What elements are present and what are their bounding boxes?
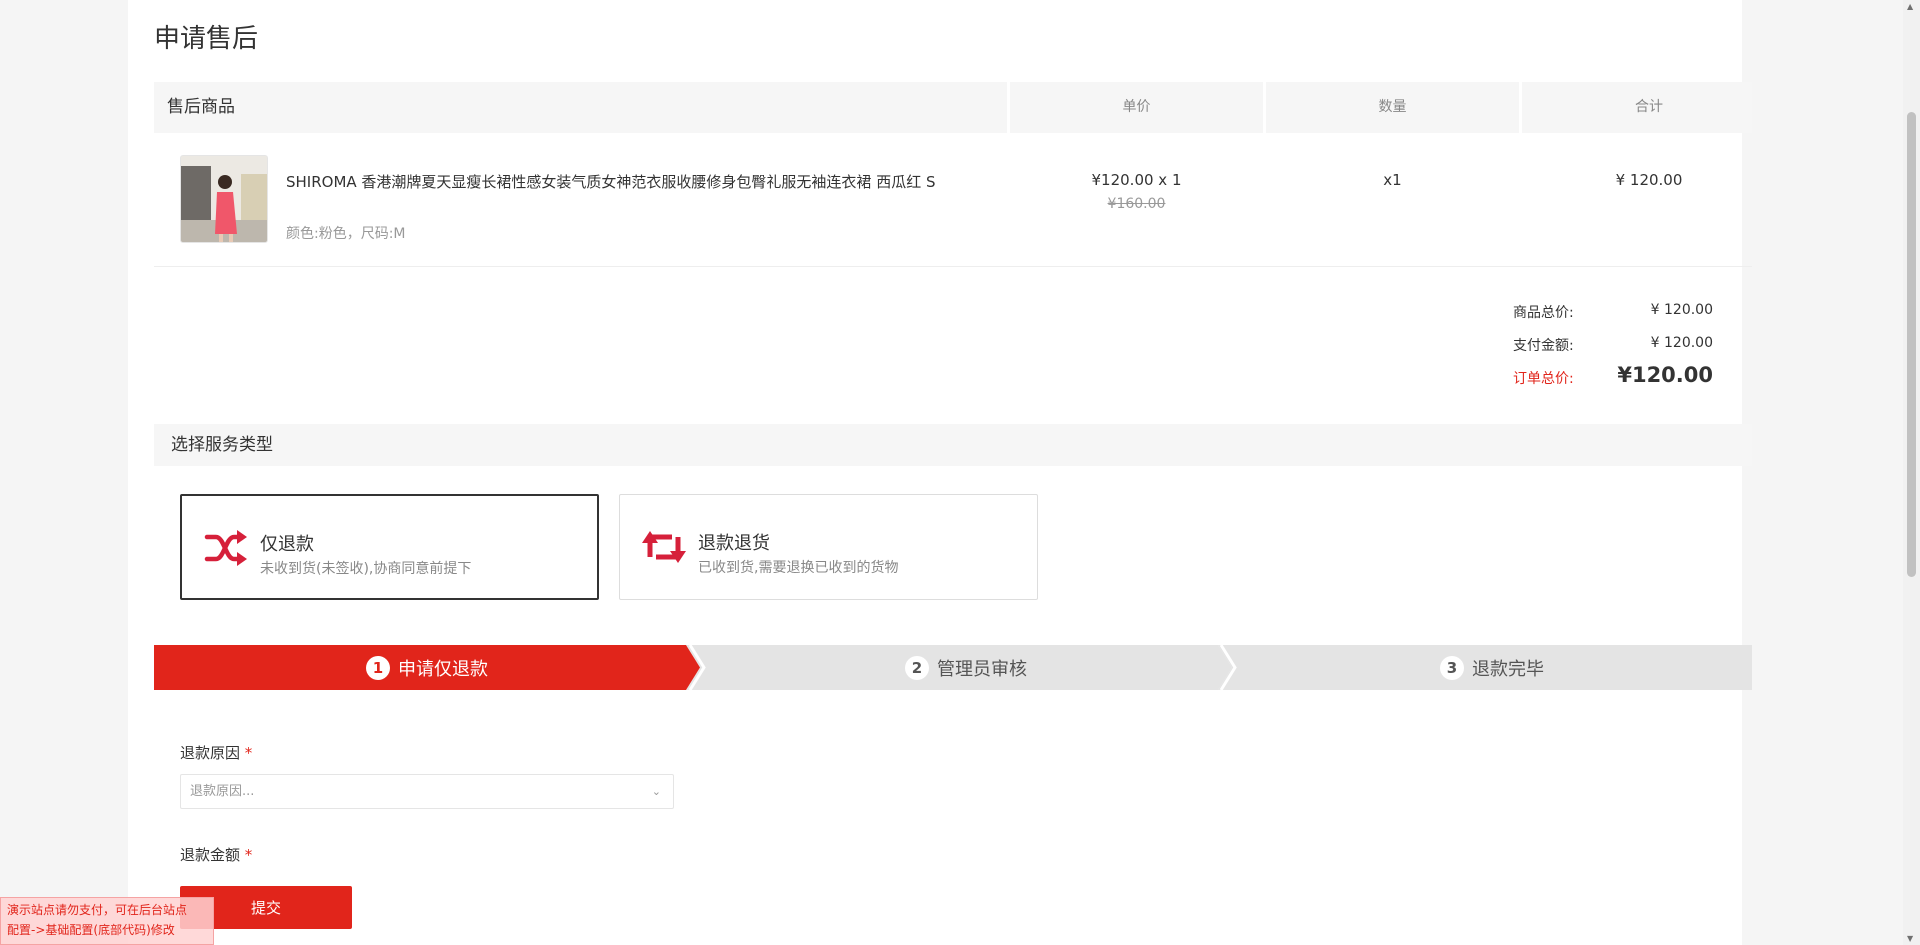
goods-total-value: ¥ 120.00 <box>1650 302 1713 318</box>
refund-amount-label-text: 退款金额 <box>180 846 241 864</box>
product-spec: 颜色:粉色，尺码:M <box>286 226 406 242</box>
product-name-link[interactable]: SHIROMA 香港潮牌夏天显瘦长裙性感女装气质女神范衣服收腰修身包臀礼服无袖连… <box>286 171 936 192</box>
refund-reason-select[interactable]: 退款原因... ⌄ <box>180 774 674 809</box>
paid-amount-value: ¥ 120.00 <box>1650 335 1713 351</box>
product-thumbnail[interactable] <box>180 155 268 243</box>
order-total-label: 订单总价: <box>1513 371 1574 387</box>
refund-reason-label-text: 退款原因 <box>180 744 241 762</box>
header-quantity: 数量 <box>1378 99 1407 115</box>
header-unit-price: 单价 <box>1122 99 1151 115</box>
paid-amount-line: 支付金额: ¥ 120.00 <box>1513 333 1713 366</box>
notice-line-1: 演示站点请勿支付，可在后台站点 <box>7 903 188 917</box>
unit-price: ¥120.00 x 1 <box>1091 171 1182 189</box>
item-total: ¥ 120.00 <box>1615 171 1683 189</box>
chevron-down-icon: ⌄ <box>651 785 661 798</box>
refund-reason-label: 退款原因 * <box>180 742 252 763</box>
page-title: 申请售后 <box>154 24 259 54</box>
header-total: 合计 <box>1635 99 1663 115</box>
product-image <box>181 156 267 242</box>
demo-notice: 演示站点请勿支付，可在后台站点 配置->基础配置(底部代码)修改 <box>0 897 214 945</box>
paid-amount-label: 支付金额: <box>1513 338 1574 354</box>
step-number: 3 <box>1440 655 1464 680</box>
refund-amount-label: 退款金额 * <box>180 844 252 865</box>
required-mark: * <box>244 846 253 864</box>
step-number: 2 <box>905 655 929 680</box>
order-total-value: ¥120.00 <box>1617 363 1713 387</box>
step-label: 退款完毕 <box>1472 658 1544 680</box>
required-mark: * <box>244 744 253 762</box>
goods-total-label: 商品总价: <box>1513 305 1574 321</box>
service-option-return-refund[interactable]: 退款退货 已收到货,需要退换已收到的货物 <box>619 494 1038 600</box>
service-type-title: 选择服务类型 <box>154 424 1752 466</box>
goods-total-line: 商品总价: ¥ 120.00 <box>1513 300 1713 333</box>
shuffle-icon <box>204 530 247 566</box>
step-1: 1 申请仅退款 <box>154 645 700 690</box>
service-desc: 已收到货,需要退换已收到的货物 <box>698 560 899 576</box>
step-label: 管理员审核 <box>937 658 1027 680</box>
header-goods: 售后商品 <box>167 97 235 117</box>
step-2: 2 管理员审核 <box>700 645 1232 690</box>
service-desc: 未收到货(未签收),协商同意前提下 <box>260 561 472 577</box>
original-price: ¥160.00 <box>1107 196 1166 212</box>
scroll-up-arrow-icon[interactable]: ▲ <box>1907 2 1913 11</box>
service-title: 退款退货 <box>698 533 770 554</box>
step-number: 1 <box>366 655 390 680</box>
page-container: 申请售后 售后商品 单价 数量 合计 SHIROMA 香港潮牌夏天显瘦长裙性感女… <box>128 0 1752 945</box>
scroll-down-arrow-icon[interactable]: ▼ <box>1907 934 1913 943</box>
order-totals: 商品总价: ¥ 120.00 支付金额: ¥ 120.00 订单总价: ¥120… <box>1513 300 1713 399</box>
progress-steps: 1 申请仅退款 2 管理员审核 3 退款完毕 <box>154 645 1752 690</box>
notice-line-2: 配置->基础配置(底部代码)修改 <box>7 923 175 937</box>
goods-table-header: 售后商品 单价 数量 合计 <box>154 82 1752 133</box>
service-title: 仅退款 <box>260 534 314 555</box>
refund-reason-placeholder: 退款原因... <box>190 784 255 799</box>
goods-row: SHIROMA 香港潮牌夏天显瘦长裙性感女装气质女神范衣服收腰修身包臀礼服无袖连… <box>154 133 1752 267</box>
order-total-line: 订单总价: ¥120.00 <box>1513 363 1713 399</box>
step-3: 3 退款完毕 <box>1232 645 1752 690</box>
step-label: 申请仅退款 <box>398 658 488 680</box>
scrollbar-thumb[interactable] <box>1907 112 1916 577</box>
service-option-refund-only[interactable]: 仅退款 未收到货(未签收),协商同意前提下 <box>180 494 599 600</box>
exchange-icon <box>642 531 686 563</box>
page-scrollbar[interactable]: ▲ ▼ <box>1903 0 1920 945</box>
item-quantity: x1 <box>1383 171 1402 189</box>
